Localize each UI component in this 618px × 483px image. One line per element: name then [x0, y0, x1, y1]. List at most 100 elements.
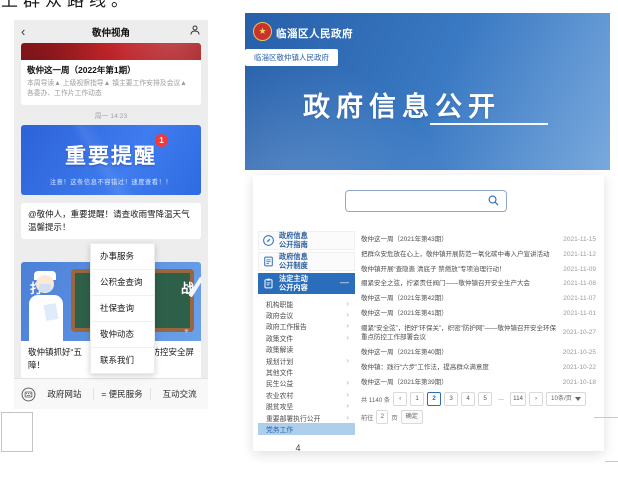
- collapse-minus-icon[interactable]: —: [340, 277, 349, 287]
- article-row[interactable]: 绷紧安全之弦，拧紧责任阀门——敬仲镇召开安全生产大会 2021-11-08: [361, 279, 596, 289]
- article-row[interactable]: 敬仲这一周（2021年第39期） 2021-10-18: [361, 378, 596, 388]
- subitem-key-deployments[interactable]: 重要部署执行公开›: [258, 412, 355, 423]
- article-link: 敬仲镇：践行“六步”工作法，提高群众满意度: [361, 363, 557, 373]
- sidebar-item-statutory-disclosure[interactable]: 法定主动 公开内容 —: [258, 273, 355, 294]
- page-size-value: 10条/页: [551, 393, 572, 405]
- subitem-livelihood[interactable]: 民生公益 ›: [258, 378, 355, 389]
- caret-down-icon: [575, 397, 581, 401]
- bottom-toolbar: 政府网站 = 便民服务 互动交流: [14, 378, 208, 409]
- chat-timestamp: 周一 14:23: [14, 110, 208, 120]
- subitem-poverty-alleviation[interactable]: 脱贫攻坚 ›: [258, 401, 355, 412]
- page-button-2-active[interactable]: 2: [427, 392, 441, 406]
- sub-site-tab[interactable]: 临淄区敬仲镇人民政府: [245, 49, 338, 66]
- chevron-right-icon: ›: [346, 311, 349, 319]
- page-button-4[interactable]: 4: [461, 392, 475, 406]
- menu-item-housing-fund[interactable]: 公积金查询: [91, 269, 154, 295]
- menu-item-news[interactable]: 敬仲动态: [91, 321, 154, 347]
- chevron-right-icon: ›: [346, 414, 349, 422]
- subitem-label: 脱贫攻坚: [266, 401, 293, 411]
- page: 上群众路线。 ‹ 敬仲视角 敬仲这一周（2022年第1期） 本周导读▲ 上级视察…: [0, 0, 618, 483]
- chevron-right-icon: ›: [346, 322, 349, 330]
- search-icon[interactable]: [487, 194, 500, 207]
- article-row[interactable]: 敬仲镇：践行“六步”工作法，提高群众满意度 2021-10-22: [361, 363, 596, 373]
- chevron-right-icon: ›: [346, 391, 349, 399]
- article-row[interactable]: 敬仲这一周（2021年第42期）2021-11-07: [361, 294, 596, 304]
- search-input[interactable]: [352, 192, 486, 210]
- sidebar: 政府信息 公开指南 政府信息 公: [258, 231, 355, 435]
- jump-page-input[interactable]: 2: [376, 410, 388, 424]
- profile-person-icon[interactable]: [189, 24, 201, 36]
- caption-fragment-left: 敬仲镇抓好“五: [28, 346, 82, 359]
- article-link: 绷紧安全之弦，拧紧责任阀门——敬仲镇召开安全生产大会: [361, 279, 557, 289]
- subitem-plans[interactable]: 规划计划›: [258, 355, 355, 366]
- cutoff-table-cell: [1, 412, 33, 452]
- chevron-right-icon: ›: [346, 402, 349, 410]
- tab-gov-website[interactable]: 政府网站: [36, 388, 93, 400]
- article-link: 敬仲镇开展“查隐患 清底子 禁燃放”专项治理行动！: [361, 265, 557, 275]
- sidebar-submenu: 机构职能 › 政府会议 › 政府工作报告 › 政策文件› 政策解读 规划计划› 其他文…: [258, 298, 355, 435]
- tab-citizen-services[interactable]: = 便民服务: [93, 388, 151, 400]
- article-date: 2021-10-22: [563, 363, 596, 373]
- jump-unit: 页: [391, 413, 397, 422]
- pagination: 共 1140 条 ‹ 1 2 3 4 5 … 114 › 10条/页: [361, 392, 596, 406]
- next-page-button[interactable]: ›: [529, 392, 543, 406]
- subitem-other-docs[interactable]: 其他文件: [258, 366, 355, 377]
- account-title: 敬仲视角: [14, 25, 208, 39]
- subitem-party-affairs[interactable]: 党务工作: [258, 423, 355, 434]
- article-title: 敬仲这一周（2022年第1期）: [27, 64, 195, 76]
- prev-page-button[interactable]: ‹: [393, 392, 407, 406]
- alert-banner-card[interactable]: 重要提醒 1 注意！这条信息不容错过！速度查看！！: [21, 125, 201, 195]
- keyboard-icon[interactable]: [21, 387, 36, 402]
- confirm-button[interactable]: 确定: [401, 410, 423, 424]
- sidebar-item-guide[interactable]: 政府信息 公开指南: [258, 231, 355, 250]
- subitem-label: 其他文件: [266, 367, 293, 377]
- subitem-label: 政府工作报告: [266, 321, 307, 331]
- alert-message-card[interactable]: @敬仲人，重要提醒！请查收雨雪降温天气温馨提示！: [21, 203, 201, 239]
- article-row[interactable]: 把群众安危放在心上，敬仲镇开展防范一氧化碳中毒入户宣讲活动2021-11-12: [361, 250, 596, 260]
- pagination-jump: 前往 2 页 确定: [361, 410, 596, 424]
- article-date: 2021-10-18: [563, 378, 596, 388]
- article-link: 敬仲这一周（2021年第41期）: [361, 309, 557, 319]
- page-button-5[interactable]: 5: [478, 392, 492, 406]
- article-row[interactable]: 绷紧“安全弦”，把好“环保关”，织密“防护网”——敬仲镇召开安全环保重点防控工作…: [361, 324, 596, 344]
- sidebar-item-label: 法定主动 公开内容: [279, 275, 308, 292]
- subitem-policy-interpretation[interactable]: 政策解读: [258, 344, 355, 355]
- notification-badge: 1: [155, 134, 168, 147]
- menu-item-services[interactable]: 办事服务: [91, 244, 154, 269]
- title-underline: [430, 123, 548, 125]
- subitem-work-report[interactable]: 政府工作报告 ›: [258, 321, 355, 332]
- article-list: 敬仲这一周（2021年第43期）2021-11-15 把群众安危放在心上，敬仲镇…: [361, 235, 596, 424]
- article-date: 2021-10-27: [563, 328, 596, 338]
- article-link: 敬仲这一周（2021年第39期）: [361, 378, 557, 388]
- article-date: 2021-11-12: [563, 250, 596, 260]
- clipboard-icon: [262, 277, 275, 290]
- article-cover-image: [21, 43, 201, 60]
- tab-interaction[interactable]: 互动交流: [150, 388, 208, 400]
- chevron-right-icon: ›: [346, 300, 349, 308]
- page-button-3[interactable]: 3: [444, 392, 458, 406]
- article-row[interactable]: 敬仲这一周（2021年第43期）2021-11-15: [361, 235, 596, 245]
- article-date: 2021-11-08: [563, 279, 596, 289]
- article-row[interactable]: 敬仲镇开展“查隐患 清底子 禁燃放”专项治理行动！2021-11-09: [361, 265, 596, 275]
- chevron-right-icon: ›: [346, 334, 349, 342]
- subitem-org-functions[interactable]: 机构职能 ›: [258, 298, 355, 309]
- subitem-label: 机构职能: [266, 299, 293, 309]
- subitem-agriculture[interactable]: 农业农村›: [258, 389, 355, 400]
- subitem-policy-docs[interactable]: 政策文件›: [258, 332, 355, 343]
- search-box: [345, 190, 507, 212]
- menu-item-social-security[interactable]: 社保查询: [91, 295, 154, 321]
- national-emblem-icon: ★: [253, 22, 272, 41]
- article-row[interactable]: 敬仲这一周（2021年第41期）2021-11-01: [361, 309, 596, 319]
- subitem-gov-meetings[interactable]: 政府会议 ›: [258, 309, 355, 320]
- page-button-114[interactable]: 114: [510, 392, 526, 406]
- chevron-right-icon: ›: [346, 379, 349, 387]
- subitem-label: 政府会议: [266, 310, 293, 320]
- subitem-label: 民生公益: [266, 378, 293, 388]
- menu-item-contact[interactable]: 联系我们: [91, 347, 154, 373]
- page-button-1[interactable]: 1: [410, 392, 424, 406]
- article-row[interactable]: 敬仲这一周（2021年第40期）2021-10-25: [361, 348, 596, 358]
- page-size-select[interactable]: 10条/页: [546, 392, 586, 406]
- article-card[interactable]: 敬仲这一周（2022年第1期） 本周导读▲ 上级视察指导▲ 镇主要工作安排及会议…: [21, 43, 201, 105]
- site-name: 临淄区人民政府: [276, 26, 353, 41]
- sidebar-item-system[interactable]: 政府信息 公开制度: [258, 252, 355, 271]
